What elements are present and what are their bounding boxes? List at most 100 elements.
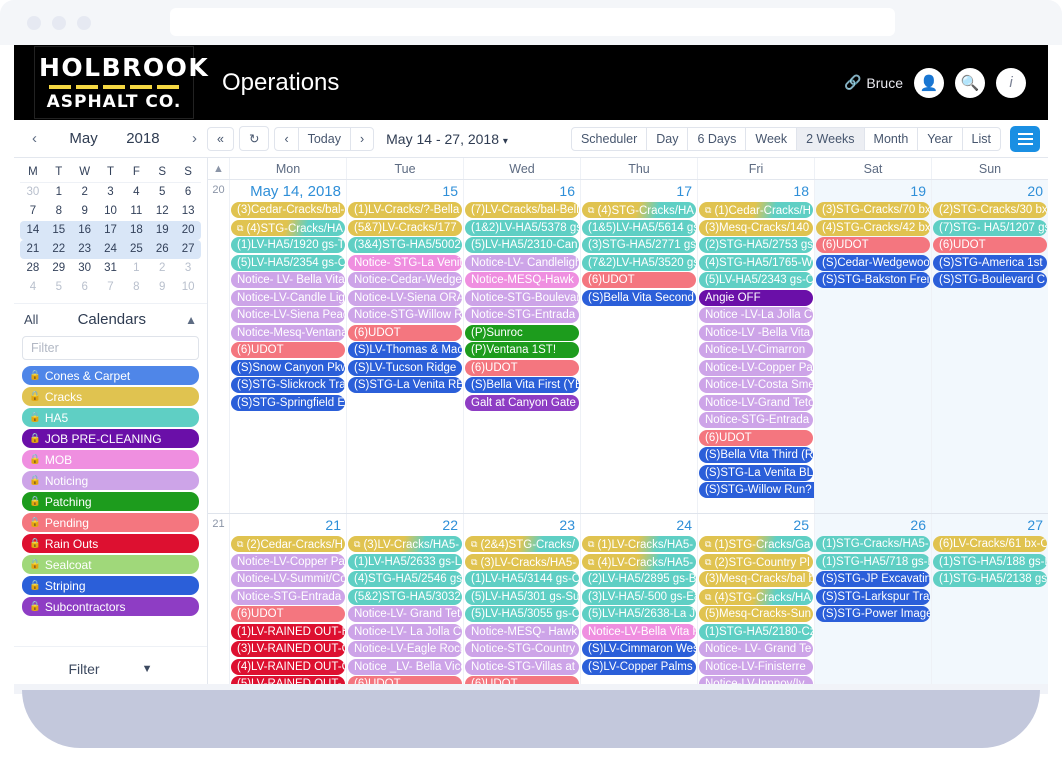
calendar-item-sealcoat[interactable]: 🔒 Sealcoat bbox=[22, 555, 199, 574]
calendar-event[interactable]: Notice-LV-Summit/Co bbox=[231, 571, 345, 587]
calendar-event[interactable]: (4)STG-HA5/2546 gs bbox=[348, 571, 462, 587]
mini-cal-day[interactable]: 18 bbox=[123, 221, 150, 240]
calendar-item-subcontractors[interactable]: 🔒 Subcontractors bbox=[22, 597, 199, 616]
view-button-week[interactable]: Week bbox=[745, 126, 798, 151]
day-cell[interactable]: 19 (3)STG-Cracks/70 bx (4)STG-Cracks/42 bx… bbox=[815, 180, 932, 513]
calendar-event[interactable]: Notice-LV-Grand Teto bbox=[699, 394, 813, 411]
mini-cal-day[interactable]: 10 bbox=[98, 202, 124, 221]
calendar-event[interactable]: ⧉ (3)LV-Cracks/HA5- bbox=[348, 536, 462, 552]
calendar-event[interactable]: (1)STG-HA5/718 gs-R bbox=[816, 553, 930, 570]
calendar-event[interactable]: (6)UDOT bbox=[231, 342, 345, 358]
mini-cal-day[interactable]: 6 bbox=[72, 278, 98, 297]
calendar-event[interactable]: (3)LV-HA5/-500 gs-Ea bbox=[582, 588, 696, 605]
mini-cal-day[interactable]: 8 bbox=[123, 278, 149, 297]
calendar-event[interactable]: (6)UDOT bbox=[348, 324, 462, 341]
day-number[interactable]: 26 bbox=[816, 515, 930, 536]
info-icon[interactable]: i bbox=[996, 67, 1026, 98]
window-close-dot[interactable] bbox=[27, 16, 41, 30]
mini-cal-day[interactable]: 22 bbox=[45, 240, 72, 259]
day-number[interactable]: 20 bbox=[933, 181, 1047, 202]
calendar-event[interactable]: ⧉ (2)STG-Country Pl bbox=[699, 553, 813, 570]
calendar-event[interactable]: (6)UDOT bbox=[933, 237, 1047, 253]
calendar-event[interactable]: (S)LV-Tucson Ridge bbox=[348, 359, 462, 376]
day-number[interactable]: 23 bbox=[465, 515, 579, 536]
mini-cal-day[interactable]: 29 bbox=[46, 259, 72, 278]
calendar-event[interactable]: (S)STG-JP Excavatin bbox=[816, 571, 930, 587]
mini-cal-day[interactable]: 21 bbox=[20, 240, 46, 259]
day-number[interactable]: 18 bbox=[699, 181, 813, 202]
calendar-event[interactable]: (3)Cedar-Cracks/bal- bbox=[231, 202, 345, 218]
mini-cal-day[interactable]: 8 bbox=[46, 202, 72, 221]
calendar-item-patching[interactable]: 🔒 Patching bbox=[22, 492, 199, 511]
calendar-event[interactable]: (1)STG-Cracks/HA5- bbox=[816, 536, 930, 552]
day-cell[interactable]: 27 (6)LV-Cracks/61 bx-C (1)STG-HA5/188 gs-… bbox=[932, 514, 1048, 689]
calendar-event[interactable]: (1&2)LV-HA5/5378 gs bbox=[465, 219, 579, 236]
mini-cal-day[interactable]: 30 bbox=[20, 183, 46, 202]
calendar-event[interactable]: (3)STG-Cracks/70 bx bbox=[816, 202, 930, 218]
mini-cal-day[interactable]: 17 bbox=[97, 221, 124, 240]
jump-first-button[interactable]: « bbox=[207, 126, 234, 151]
day-cell[interactable]: 18 ⧉ (1)Cedar-Cracks/H (3)Mesq-Cracks/140 (2… bbox=[698, 180, 815, 513]
calendar-event[interactable]: (1)LV-HA5/2633 gs-L bbox=[348, 553, 462, 570]
calendar-event[interactable]: Notice-LV-Copper Pa bbox=[231, 553, 345, 570]
calendar-event[interactable]: (6)UDOT bbox=[699, 429, 813, 446]
mini-cal-day[interactable]: 7 bbox=[98, 278, 124, 297]
mini-cal-day[interactable]: 1 bbox=[123, 259, 149, 278]
calendar-event[interactable]: (1)LV-Cracks/?-Bella bbox=[348, 202, 462, 218]
calendar-event[interactable]: (1)STG-HA5/2180-Cz bbox=[699, 623, 813, 640]
calendar-event[interactable]: (S)Cedar-Wedgewoo bbox=[816, 254, 930, 271]
calendar-event[interactable]: (S)STG-Willow Run? bbox=[699, 482, 814, 498]
calendar-event[interactable]: (S)LV-Copper Palms bbox=[582, 658, 696, 675]
mini-cal-day[interactable]: 9 bbox=[149, 278, 175, 297]
calendar-event[interactable]: (6)UDOT bbox=[465, 359, 579, 376]
view-button-6-days[interactable]: 6 Days bbox=[687, 126, 747, 151]
calendar-event[interactable]: (1&5)LV-HA5/5614 gs bbox=[582, 219, 696, 236]
calendar-event[interactable]: Notice-LV-Costa Sme bbox=[699, 377, 813, 393]
mini-cal-day[interactable]: 24 bbox=[97, 240, 124, 259]
mini-cal-day[interactable]: 30 bbox=[72, 259, 98, 278]
calendar-event[interactable]: Notice-STG-Country bbox=[465, 641, 579, 657]
calendar-event[interactable]: Notice- LV- Bella Vita bbox=[231, 272, 345, 288]
calendar-event[interactable]: (S)STG-Boulevard C bbox=[933, 272, 1047, 288]
calendar-event[interactable]: (S)STG-Slickrock Tra bbox=[231, 377, 345, 393]
calendar-event[interactable]: Notice-LV-Cimarron bbox=[699, 342, 813, 358]
calendar-item-noticing[interactable]: 🔒 Noticing bbox=[22, 471, 199, 490]
calendar-event[interactable]: (S)STG-Bakston Frei bbox=[816, 272, 930, 288]
calendar-event[interactable]: (S)Bella Vita Third (R bbox=[699, 447, 813, 463]
calendar-event[interactable]: Notice- LV- Grand Te bbox=[699, 641, 813, 657]
user-link[interactable]: 🔗 Bruce bbox=[844, 74, 903, 91]
calendar-event[interactable]: (5)LV-HA5/2310-Can bbox=[465, 237, 579, 253]
calendar-item-cracks[interactable]: 🔒 Cracks bbox=[22, 387, 199, 406]
calendar-event[interactable]: Notice-LV- Grand Tet bbox=[348, 606, 462, 622]
view-button-month[interactable]: Month bbox=[863, 126, 919, 151]
calendar-event[interactable]: Notice _LV- Bella Vice bbox=[348, 658, 462, 675]
browser-url-bar[interactable] bbox=[170, 8, 895, 36]
calendar-event[interactable]: ⧉ (1)LV-Cracks/HA5- bbox=[582, 536, 696, 552]
calendar-event[interactable]: ⧉ (2)Cedar-Cracks/H bbox=[231, 536, 345, 552]
calendar-event[interactable]: (S)STG-La Venita BL bbox=[699, 464, 813, 481]
today-button[interactable]: Today bbox=[297, 126, 351, 151]
day-cell[interactable]: 20 (2)STG-Cracks/30 bx (7)STG- HA5/1207 gs… bbox=[932, 180, 1048, 513]
calendar-event[interactable]: Notice-STG-Entrada bbox=[231, 588, 345, 605]
calendar-event[interactable]: (5&2)STG-HA5/3032 bbox=[348, 588, 462, 605]
day-cell[interactable]: 21 ⧉ (2)Cedar-Cracks/H Notice-LV-Copper Pa N… bbox=[230, 514, 347, 689]
calendar-event[interactable]: (1)STG-HA5/188 gs-F bbox=[933, 553, 1047, 570]
calendar-item-pending[interactable]: 🔒 Pending bbox=[22, 513, 199, 532]
mini-cal-day[interactable]: 4 bbox=[123, 183, 149, 202]
mini-next-month-button[interactable]: › bbox=[188, 130, 201, 147]
calendar-event[interactable]: Galt at Canyon Gate bbox=[465, 394, 579, 411]
date-range-selector[interactable]: May 14 - 27, 2018 ▾ bbox=[386, 131, 508, 147]
calendar-event[interactable]: Notice -LV-La Jolla C bbox=[699, 307, 813, 323]
calendar-filter-input[interactable]: Filter bbox=[22, 336, 199, 360]
calendar-event[interactable]: (5)LV-HA5/301 gs-Su bbox=[465, 588, 579, 605]
calendar-event[interactable]: (3)Mesq-Cracks/140 bbox=[699, 219, 813, 236]
calendar-item-mob[interactable]: 🔒 MOB bbox=[22, 450, 199, 469]
calendar-event[interactable]: (3&4)STG-HA5/5002 bbox=[348, 237, 462, 253]
calendar-event[interactable]: (1)STG-HA5/2138 gs bbox=[933, 571, 1047, 587]
next-range-button[interactable]: › bbox=[349, 126, 375, 151]
mini-cal-day[interactable]: 7 bbox=[20, 202, 46, 221]
mini-prev-month-button[interactable]: ‹ bbox=[28, 130, 41, 147]
mini-cal-day[interactable]: 5 bbox=[46, 278, 72, 297]
calendar-event[interactable]: (4)LV-RAINED OUT-C bbox=[231, 658, 345, 675]
day-number[interactable]: 16 bbox=[465, 181, 579, 202]
